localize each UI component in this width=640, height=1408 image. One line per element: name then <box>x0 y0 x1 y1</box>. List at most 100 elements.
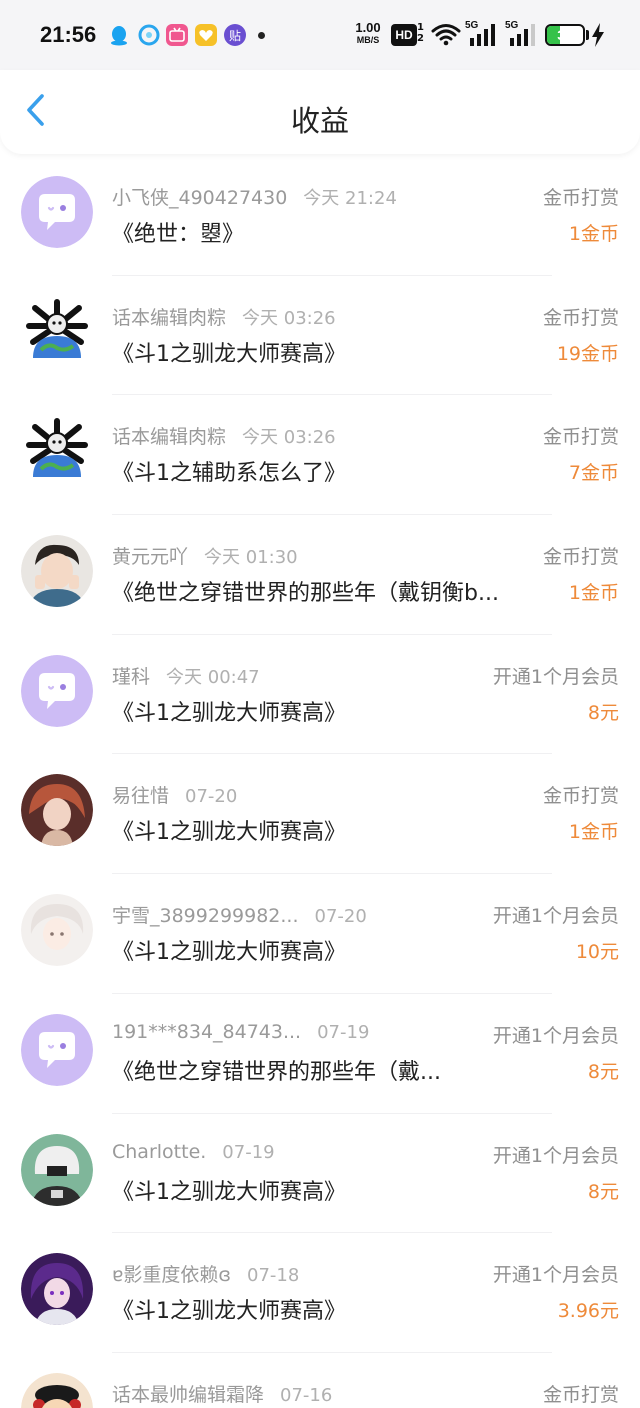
item-meta: 话本编辑肉粽 今天 03:26 <box>112 303 336 330</box>
bilibili-app-icon <box>166 24 188 46</box>
income-amount: 1金币 <box>568 223 619 245</box>
heart-app-icon <box>195 24 217 46</box>
item-time: 今天 01:30 <box>204 547 298 569</box>
user-name: 191***834_84743... <box>112 1020 302 1043</box>
user-name: Charlotte. <box>112 1140 207 1163</box>
item-meta: ɐ影重度依赖ɞ 07-18 <box>112 1260 299 1287</box>
list-item[interactable]: 易往惜 07-20 金币打赏《斗1之驯龙大师赛高》 1金币 <box>0 754 640 875</box>
work-title: 《斗1之驯龙大师赛高》 <box>112 940 346 966</box>
income-amount: 7金币 <box>568 462 619 485</box>
svg-text:贴: 贴 <box>229 29 241 43</box>
network-speed-unit: MB/S <box>356 35 380 45</box>
avatar[interactable] <box>21 774 93 847</box>
income-type: 金币打赏 <box>542 546 619 569</box>
item-meta: Charlotte. 07-19 <box>112 1141 275 1163</box>
income-type: 开通1个月会员 <box>492 905 619 928</box>
item-time: 07-19 <box>317 1021 370 1043</box>
list-item[interactable]: 191***834_84743... 07-19 开通1个月会员 《绝世之穿错世界的那… <box>0 994 640 1114</box>
avatar[interactable] <box>21 176 93 248</box>
charging-bolt-icon <box>591 23 605 51</box>
list-item[interactable]: 话本编辑肉粽 今天 03:26 金币打赏《斗1之驯龙大师赛高》 19金币 <box>0 276 640 396</box>
item-meta: 易往惜 07-20 <box>112 781 237 808</box>
income-type: 开通1个月会员 <box>492 665 619 688</box>
avatar[interactable] <box>21 654 93 727</box>
income-list: 小飞侠_490427430 今天 21:24 金币打赏 《绝世：曌》 1金币 话本编辑肉粽… <box>0 156 640 1408</box>
income-amount: 3.96元 <box>557 1300 619 1323</box>
avatar[interactable] <box>21 1013 93 1086</box>
page-title: 收益 <box>290 104 349 138</box>
battery-level: 37 <box>557 27 573 43</box>
work-title: 《绝世：曌》 <box>112 222 245 247</box>
item-time: 今天 00:47 <box>166 666 260 688</box>
list-item[interactable]: 话本最帅编辑霜降 07-16 金币打赏 <box>0 1353 640 1408</box>
avatar[interactable] <box>21 295 93 368</box>
income-amount: 10元 <box>575 941 619 964</box>
list-item[interactable]: ɐ影重度依赖ɞ 07-18 开通1个月会员《斗1之驯龙大师赛高》 3.96元 <box>0 1233 640 1353</box>
work-title: 《斗1之驯龙大师赛高》 <box>112 700 346 726</box>
signal-icon-1 <box>468 24 498 50</box>
work-title: 《斗1之驯龙大师赛高》 <box>112 820 346 846</box>
qq-app-icon <box>108 24 130 46</box>
income-amount: 8元 <box>587 1180 619 1203</box>
user-name: 黄元元吖 <box>112 546 189 569</box>
work-title: 《斗1之驯龙大师赛高》 <box>112 1299 346 1325</box>
item-meta: 宇雪_3899299982... 07-20 <box>112 901 367 928</box>
item-time: 07-18 <box>247 1265 300 1287</box>
status-time: 21:56 <box>40 22 97 47</box>
browser-app-icon <box>138 24 160 46</box>
item-time: 今天 03:26 <box>242 307 336 329</box>
network-speed-value: 1.00 <box>355 20 381 35</box>
network-speed: 1.00 MB/S <box>352 20 384 46</box>
item-time: 07-20 <box>314 906 367 928</box>
battery-icon: 37 <box>545 24 585 46</box>
income-type: 开通1个月会员 <box>492 1024 619 1047</box>
work-title: 《斗1之驯龙大师赛高》 <box>112 341 346 367</box>
avatar[interactable] <box>21 1253 93 1326</box>
income-amount: 1金币 <box>568 582 619 605</box>
item-time: 今天 21:24 <box>303 188 397 209</box>
work-title: 《绝世之穿错世界的那些年（戴钥衡b... <box>112 581 499 607</box>
income-type: 开通1个月会员 <box>492 1264 619 1287</box>
work-title: 《斗1之辅助系怎么了》 <box>112 461 346 487</box>
income-amount: 8元 <box>587 701 619 724</box>
income-type: 金币打赏 <box>542 306 619 329</box>
user-name: 小飞侠_490427430 <box>112 187 288 209</box>
list-item[interactable]: Charlotte. 07-19 开通1个月会员 《斗1之驯龙大师赛高》 8元 <box>0 1114 640 1234</box>
tieba-app-icon: 贴 <box>224 24 246 46</box>
avatar[interactable] <box>21 1372 93 1408</box>
work-title: 《斗1之驯龙大师赛高》 <box>112 1179 346 1205</box>
income-type: 金币打赏 <box>542 785 619 808</box>
status-bar: 21:56 贴 1.00 MB/S HD 1 2 5G 5G 37 <box>0 0 640 70</box>
item-time: 07-19 <box>222 1141 275 1163</box>
list-item[interactable]: 瑾科 今天 00:47 开通1个月会员《斗1之驯龙大师赛高》 8元 <box>0 635 640 755</box>
item-meta: 话本编辑肉粽 今天 03:26 <box>112 422 336 449</box>
list-item[interactable]: 黄元元吖 今天 01:30 金币打赏《绝世之穿错世界的那些年（戴钥衡b... 1金币 <box>0 515 640 635</box>
user-name: 话本最帅编辑霜降 <box>112 1383 265 1406</box>
user-name: 易往惜 <box>112 785 170 808</box>
list-item[interactable]: 小飞侠_490427430 今天 21:24 金币打赏 《绝世：曌》 1金币 <box>0 156 640 276</box>
hd-sub: 1 2 <box>417 22 424 44</box>
signal-icon-2 <box>508 24 538 50</box>
income-type: 金币打赏 <box>542 426 619 449</box>
list-item[interactable]: 宇雪_3899299982... 07-20 开通1个月会员《斗1之驯龙大师赛高》 1… <box>0 874 640 994</box>
user-name: 瑾科 <box>112 665 151 688</box>
item-time: 07-16 <box>280 1384 333 1406</box>
item-meta: 话本最帅编辑霜降 07-16 <box>112 1380 332 1407</box>
item-meta: 黄元元吖 今天 01:30 <box>112 542 298 569</box>
avatar[interactable] <box>21 1133 93 1206</box>
income-amount: 19金币 <box>556 342 619 365</box>
user-name: 宇雪_3899299982... <box>112 905 299 928</box>
header: 收益 <box>0 70 640 154</box>
avatar[interactable] <box>21 415 93 488</box>
item-time: 今天 03:26 <box>242 427 336 449</box>
income-amount: 8元 <box>587 1060 619 1083</box>
avatar[interactable] <box>21 894 93 967</box>
item-meta: 小飞侠_490427430 今天 21:24 <box>112 183 397 210</box>
income-amount: 1金币 <box>568 821 619 844</box>
battery-tip <box>586 30 589 40</box>
income-type: 金币打赏 <box>542 1383 619 1406</box>
list-item[interactable]: 话本编辑肉粽 今天 03:26 金币打赏《斗1之辅助系怎么了》 7金币 <box>0 395 640 516</box>
notification-dot <box>258 32 265 39</box>
avatar[interactable] <box>21 535 93 608</box>
user-name: ɐ影重度依赖ɞ <box>112 1264 232 1287</box>
